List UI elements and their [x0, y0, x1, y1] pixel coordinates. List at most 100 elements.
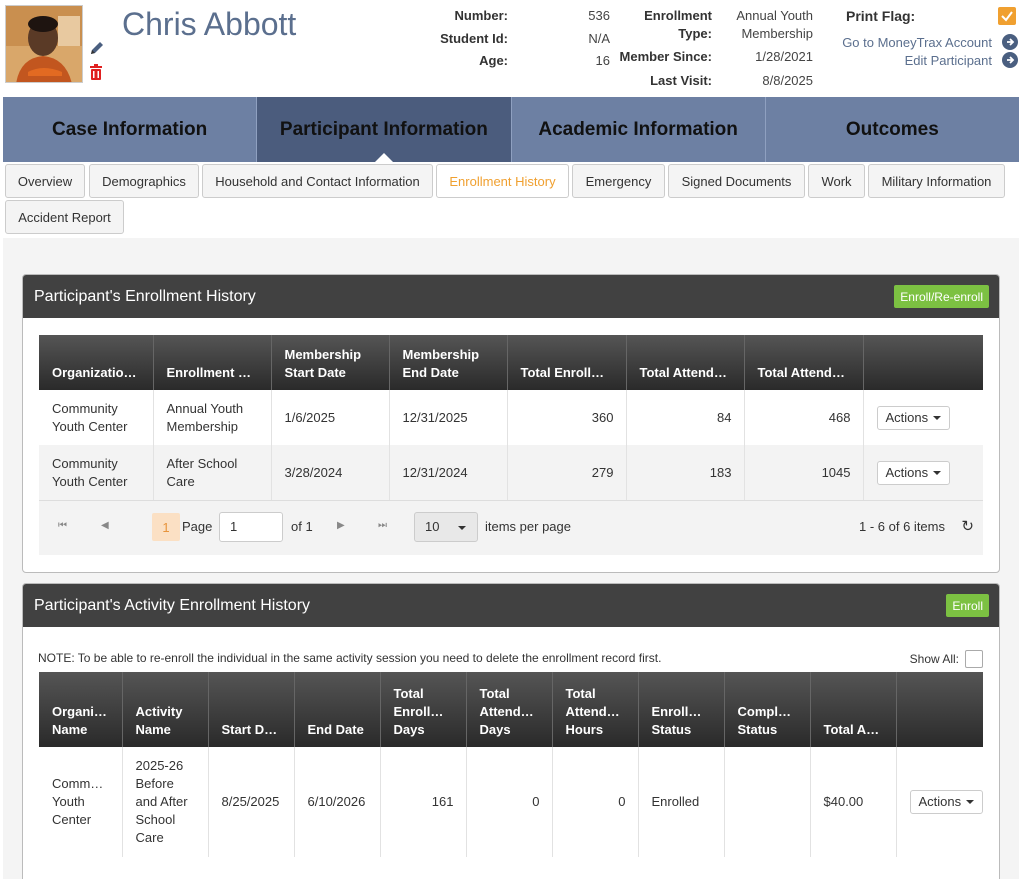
first-page-icon[interactable]: ⏮ — [58, 520, 67, 531]
reenroll-note: NOTE: To be able to re-enroll the indivi… — [38, 651, 662, 665]
col-membership-end[interactable]: Membership End Date — [389, 335, 508, 390]
col-activity-name[interactable]: Activity Name — [122, 672, 209, 747]
cell-enroll-days: 360 — [507, 390, 627, 445]
cell-completion — [724, 747, 811, 857]
cell-end-date: 6/10/2026 — [294, 747, 381, 857]
edit-icon[interactable] — [89, 40, 105, 56]
actions-dropdown[interactable]: Actions — [876, 460, 951, 485]
enrollment-type-value-2: Membership — [741, 26, 813, 41]
panel-title-text: Participant's Enrollment History — [34, 287, 256, 305]
cell-actions: Actions — [896, 747, 984, 857]
main-tabs: Case Information Participant Information… — [3, 97, 1019, 162]
subtab-emergency[interactable]: Emergency — [572, 164, 665, 198]
subtab-signed-documents[interactable]: Signed Documents — [668, 164, 805, 198]
age-label: Age: — [479, 53, 508, 68]
cell-start-date: 8/25/2025 — [208, 747, 295, 857]
cell-end-date: 12/31/2025 — [389, 390, 508, 445]
subtab-accident-report[interactable]: Accident Report — [5, 200, 124, 234]
caret-down-icon — [966, 800, 975, 804]
col-total-enrollment[interactable]: Total Enrollm… — [507, 335, 627, 390]
col-enrollment-status[interactable]: Enrollm… Status — [638, 672, 725, 747]
enroll-reenroll-button[interactable]: Enroll/Re-enroll — [894, 285, 989, 308]
col-completion-status[interactable]: Comple… Status — [724, 672, 811, 747]
enrollment-type-value: Annual Youth — [736, 8, 813, 23]
cell-attend-hours: 468 — [744, 390, 864, 445]
col-actions — [896, 672, 983, 747]
col-start-date[interactable]: Start Date — [208, 672, 295, 747]
activity-history-table: Organi… Name Activity Name Start Date End … — [39, 672, 984, 857]
cell-actions: Actions — [863, 390, 983, 445]
member-since-label: Member Since: — [619, 49, 712, 64]
tab-outcomes[interactable]: Outcomes — [766, 97, 1019, 162]
col-total-attendance-hours[interactable]: Total Attenda… — [744, 335, 864, 390]
refresh-icon[interactable]: ↻ — [961, 517, 974, 535]
col-total-attendance-hours[interactable]: Total Attenda… Hours — [552, 672, 639, 747]
col-total-enrollment-days[interactable]: Total Enrollm… Days — [380, 672, 467, 747]
subtab-demographics[interactable]: Demographics — [89, 164, 199, 198]
col-membership-start[interactable]: Membership Start Date — [271, 335, 390, 390]
table-row: Community Youth Center After School Care 3… — [39, 445, 983, 500]
enrollment-history-table: Organization… Enrollment T… Membership St… — [39, 335, 983, 500]
show-all: Show All: — [910, 650, 983, 668]
subtab-household[interactable]: Household and Contact Information — [202, 164, 433, 198]
enrollment-history-panel: Participant's Enrollment History Enroll/… — [22, 274, 1000, 573]
subtab-overview[interactable]: Overview — [5, 164, 85, 198]
col-enrollment-type[interactable]: Enrollment T… — [153, 335, 272, 390]
tab-academic-information[interactable]: Academic Information — [512, 97, 766, 162]
current-page-button[interactable]: 1 — [152, 513, 180, 541]
cell-attend-hours: 0 — [552, 747, 639, 857]
edit-participant-link[interactable]: Edit Participant — [905, 53, 992, 68]
last-visit-value: 8/8/2025 — [762, 73, 813, 88]
page-input[interactable]: 1 — [219, 512, 283, 542]
cell-organization: Community Youth Center — [39, 445, 154, 500]
col-actions — [863, 335, 983, 390]
pager-summary: 1 - 6 of 6 items — [859, 519, 945, 534]
col-total-amount[interactable]: Total Ac… — [810, 672, 897, 747]
per-page-select[interactable]: 10 — [414, 512, 478, 542]
col-total-attendance-days[interactable]: Total Attenda… — [626, 335, 745, 390]
tab-participant-information[interactable]: Participant Information — [257, 97, 512, 162]
moneytrax-link[interactable]: Go to MoneyTrax Account — [842, 35, 992, 50]
cell-attend-days: 84 — [626, 390, 745, 445]
cell-total: $40.00 — [810, 747, 897, 857]
number-value: 536 — [588, 8, 610, 23]
per-page-label: items per page — [485, 519, 571, 534]
actions-dropdown[interactable]: Actions — [876, 405, 951, 430]
print-flag-label: Print Flag: — [846, 8, 916, 24]
cell-enroll-days: 161 — [380, 747, 467, 857]
col-organization[interactable]: Organization… — [39, 335, 154, 390]
cell-attend-days: 0 — [466, 747, 553, 857]
subtab-enrollment-history[interactable]: Enrollment History — [436, 164, 569, 198]
page-of-label: of 1 — [291, 519, 313, 534]
cell-start-date: 3/28/2024 — [271, 445, 390, 500]
prev-page-icon[interactable]: ◀ — [101, 520, 109, 531]
participant-name: Chris Abbott — [122, 6, 297, 42]
col-organization-name[interactable]: Organi… Name — [39, 672, 123, 747]
tab-case-information[interactable]: Case Information — [3, 97, 258, 162]
actions-dropdown[interactable]: Actions — [909, 790, 984, 814]
participant-header: Chris Abbott Number: 536 Student Id: N/A… — [0, 0, 1024, 96]
cell-status: Enrolled — [638, 747, 725, 857]
page-label: Page — [182, 519, 213, 534]
arrow-right-icon[interactable] — [1002, 52, 1018, 68]
trash-icon[interactable] — [89, 64, 103, 80]
show-all-checkbox[interactable] — [965, 650, 983, 668]
table-row: Comm… Youth Center 2025-26 Before and After S… — [39, 747, 984, 857]
print-flag-checkbox[interactable] — [998, 7, 1016, 25]
arrow-right-icon[interactable] — [1002, 34, 1018, 50]
enroll-button[interactable]: Enroll — [946, 594, 989, 617]
cell-attend-days: 183 — [626, 445, 745, 500]
subtab-military-information[interactable]: Military Information — [868, 164, 1005, 198]
cell-organization: Comm… Youth Center — [39, 747, 123, 857]
next-page-icon[interactable]: ▶ — [337, 520, 345, 531]
subtab-work[interactable]: Work — [808, 164, 865, 198]
table-row: Community Youth Center Annual Youth Member… — [39, 390, 983, 445]
student-id-label: Student Id: — [440, 31, 508, 46]
col-end-date[interactable]: End Date — [294, 672, 381, 747]
enrollment-history-title: Participant's Enrollment History Enroll/… — [23, 275, 999, 318]
enrollment-type-label-2: Type: — [678, 26, 712, 41]
last-page-icon[interactable]: ⏭ — [378, 520, 387, 531]
cell-enroll-days: 279 — [507, 445, 627, 500]
sub-tabs: Overview Demographics Household and Cont… — [3, 164, 1019, 236]
col-total-attendance-days[interactable]: Total Attenda… Days — [466, 672, 553, 747]
